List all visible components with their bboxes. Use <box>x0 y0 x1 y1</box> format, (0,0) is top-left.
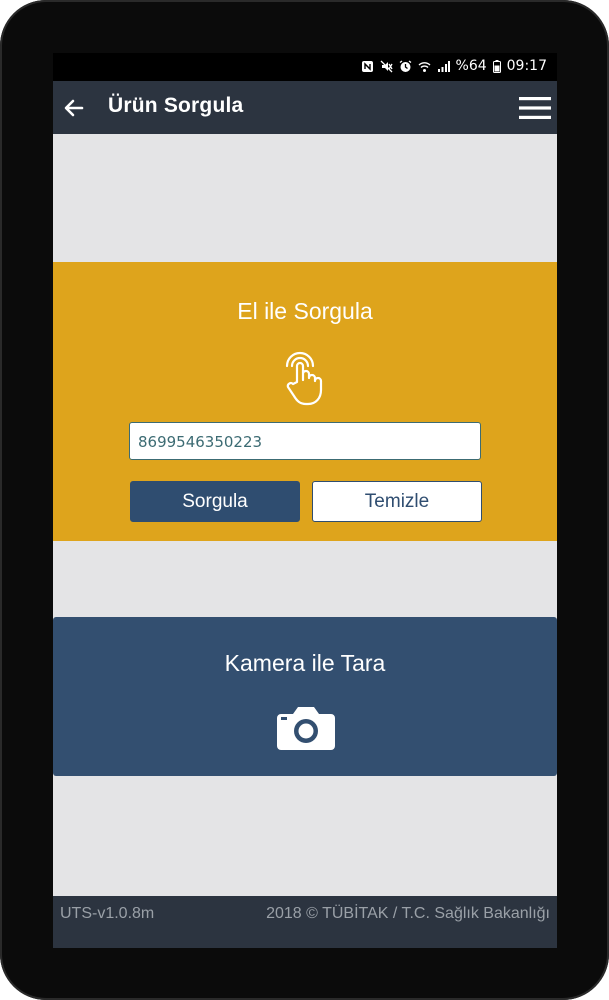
mute-icon <box>380 60 393 72</box>
hand-touch-icon <box>285 351 323 406</box>
nfc-icon <box>361 60 373 72</box>
query-button[interactable]: Sorgula <box>130 481 300 522</box>
tablet-frame: %64 09:17 Ürün Sorgula El ile Sorgula 86… <box>0 0 609 1000</box>
app-screen: %64 09:17 Ürün Sorgula El ile Sorgula 86… <box>53 53 557 948</box>
barcode-input[interactable]: 8699546350223 <box>129 422 481 460</box>
alarm-icon <box>399 59 411 72</box>
camera-scan-card[interactable]: Kamera ile Tara <box>53 617 557 776</box>
battery-percent: %64 <box>455 58 487 74</box>
background-panel-middle <box>53 541 557 617</box>
arrow-left-icon[interactable] <box>61 95 87 121</box>
background-panel-bottom <box>53 776 557 896</box>
manual-query-section: El ile Sorgula 8699546350223 Sorgula Tem… <box>53 262 557 541</box>
app-bar: Ürün Sorgula <box>53 81 557 134</box>
signal-icon <box>437 60 450 72</box>
wifi-icon <box>418 61 430 72</box>
hamburger-menu-icon[interactable] <box>518 95 552 121</box>
status-bar: %64 09:17 <box>53 53 557 81</box>
status-icons: %64 09:17 <box>361 58 547 74</box>
battery-icon <box>492 59 501 73</box>
copyright-text: 2018 © TÜBİTAK / T.C. Sağlık Bakanlığı <box>266 905 550 922</box>
footer: UTS-v1.0.8m 2018 © TÜBİTAK / T.C. Sağlık… <box>53 896 557 948</box>
camera-scan-title: Kamera ile Tara <box>224 650 386 676</box>
app-version: UTS-v1.0.8m <box>60 905 155 922</box>
background-panel-top <box>53 134 557 262</box>
clock: 09:17 <box>506 58 547 74</box>
page-title: Ürün Sorgula <box>108 94 244 117</box>
camera-icon <box>277 707 335 750</box>
manual-query-title: El ile Sorgula <box>237 298 373 324</box>
clear-button[interactable]: Temizle <box>312 481 482 522</box>
